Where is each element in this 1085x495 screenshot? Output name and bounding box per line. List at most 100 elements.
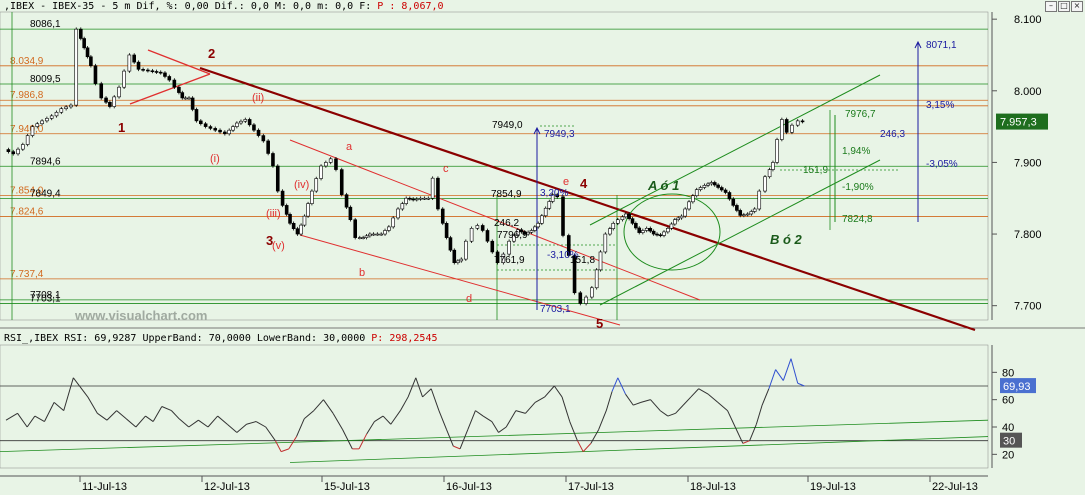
candle-body: [16, 148, 20, 155]
candle-body: [190, 97, 195, 110]
candle-body: [691, 195, 695, 203]
candle-body: [199, 120, 203, 125]
candle-body: [310, 190, 314, 204]
candle-body: [666, 228, 670, 233]
candle-body: [771, 162, 775, 170]
candle-body: [45, 118, 49, 122]
candle-body: [284, 205, 289, 215]
candle-body: [448, 237, 453, 251]
candle-body: [469, 228, 474, 242]
candle-body: [231, 126, 235, 131]
candle-body: [21, 144, 25, 150]
candle-body: [459, 258, 464, 262]
candle-body: [723, 189, 728, 193]
candle-body: [795, 120, 800, 126]
candle-body: [141, 69, 145, 71]
candle-body: [590, 287, 594, 298]
projection-label: 3,20%: [540, 188, 568, 199]
price-axis-label: 7.900: [1014, 157, 1042, 169]
candle-body: [676, 217, 680, 221]
sub-wave-label: b: [359, 267, 365, 279]
candle-body: [623, 213, 628, 218]
sub-wave-label: d: [466, 293, 472, 305]
level-label: 8009,5: [30, 74, 61, 85]
candle-body: [735, 205, 739, 211]
candle-body: [683, 208, 687, 217]
projection-label: 151,8: [570, 255, 595, 266]
candle-body: [578, 292, 583, 304]
candle-body: [712, 182, 717, 186]
candle-body: [213, 128, 218, 131]
sub-wave-label: a: [346, 141, 353, 153]
sub-wave-label: (iii): [266, 208, 281, 220]
price-pane: 8086,18.034,98009,57.986,87.940,07894,67…: [0, 11, 1085, 332]
candle-body: [485, 230, 490, 242]
candle-body: [136, 61, 141, 70]
wave-label: 4: [580, 176, 588, 191]
candle-body: [444, 223, 449, 238]
candle-body: [183, 97, 188, 100]
candle-body: [745, 213, 750, 216]
candle-body: [11, 151, 16, 155]
candle-body: [440, 208, 445, 224]
sub-wave-label: c: [443, 163, 449, 175]
candle-body: [375, 233, 380, 236]
candle-body: [698, 187, 703, 190]
projection-label: 1,94%: [842, 146, 870, 157]
candle-body: [436, 177, 440, 210]
candle-body: [673, 219, 677, 225]
candle-body: [594, 269, 599, 289]
time-axis-label: 15-Jul-13: [324, 481, 370, 493]
candle-body: [295, 228, 300, 235]
candle-body: [261, 135, 266, 142]
candle-body: [357, 237, 362, 239]
candle-body: [422, 197, 427, 200]
candle-body: [706, 183, 710, 186]
candle-body: [426, 197, 431, 200]
candle-body: [54, 111, 59, 117]
candle-body: [146, 69, 150, 72]
price-axis-label: 8.000: [1014, 86, 1042, 98]
price-badge-text: 7.957,3: [1000, 117, 1037, 129]
candle-body: [280, 190, 285, 206]
candle-body: [208, 126, 213, 129]
candle-body: [679, 215, 684, 219]
candle-body: [344, 194, 349, 208]
candle-body: [85, 47, 90, 58]
candle-body: [334, 158, 338, 170]
time-axis-label: 17-Jul-13: [568, 481, 614, 493]
candle-body: [529, 230, 534, 233]
candle-body: [252, 124, 256, 131]
candle-body: [658, 234, 663, 237]
chart-canvas: 8086,18.034,98009,57.986,87.940,07894,67…: [0, 11, 1085, 493]
wave-label: 5: [596, 316, 603, 331]
rsi-lower-badge-text: 30: [1003, 436, 1015, 448]
wave-label: 2: [208, 46, 215, 61]
candle-body: [780, 119, 784, 140]
level-label: 7.824,6: [10, 206, 44, 217]
candle-body: [291, 223, 296, 229]
sub-wave-label: (iv): [294, 179, 309, 191]
candle-body: [324, 162, 328, 167]
candle-body: [319, 165, 323, 179]
candle-body: [634, 223, 638, 229]
candle-body: [414, 198, 419, 201]
candle-body: [404, 197, 408, 204]
candle-body: [30, 126, 35, 136]
candle-body: [59, 108, 64, 113]
candle-body: [235, 122, 239, 127]
candle-body: [430, 177, 435, 199]
time-axis-label: 19-Jul-13: [810, 481, 856, 493]
candle-body: [74, 28, 79, 106]
candle-body: [543, 207, 548, 217]
candle-body: [651, 230, 656, 235]
candle-body: [400, 203, 405, 210]
candle-body: [69, 104, 73, 108]
rsi-axis-label: 80: [1002, 367, 1014, 379]
candle-body: [154, 71, 159, 73]
candle-body: [218, 129, 222, 133]
candle-body: [742, 214, 746, 217]
candle-body: [122, 70, 126, 88]
candle-body: [584, 296, 588, 304]
time-axis-label: 18-Jul-13: [690, 481, 736, 493]
